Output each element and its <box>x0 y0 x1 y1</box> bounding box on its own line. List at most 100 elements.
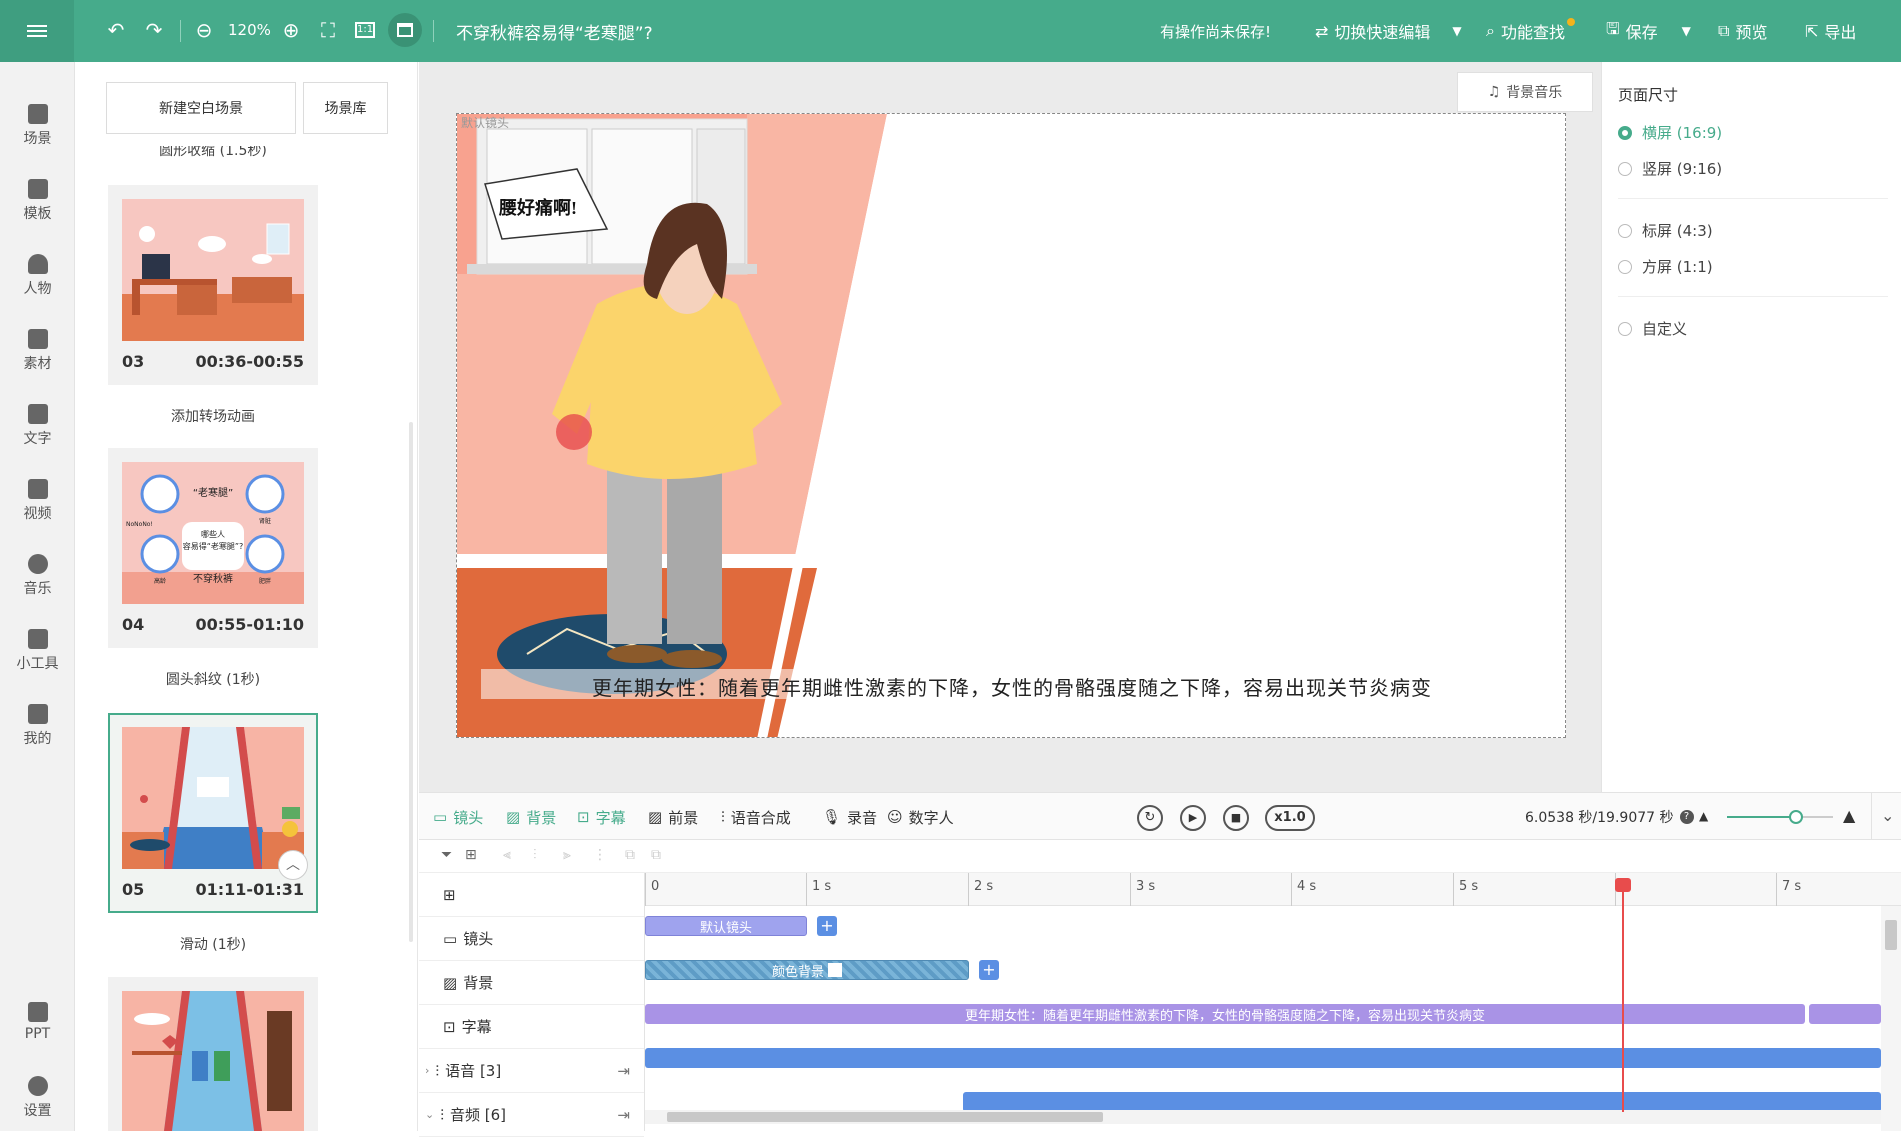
tab-camera[interactable]: ▭ 镜头 <box>433 793 483 841</box>
scrollbar-thumb[interactable] <box>667 1112 1103 1122</box>
redo-icon[interactable]: ↷ <box>140 16 168 44</box>
track-header-grid[interactable]: ⊞ <box>419 873 644 917</box>
transition-label[interactable]: 添加转场动画 <box>108 406 318 426</box>
chevron-down-icon[interactable]: ▼ <box>1452 24 1461 38</box>
vertical-scrollbar[interactable] <box>1881 906 1901 1131</box>
save-button[interactable]: 🖫 保存 ▼ <box>1606 0 1691 62</box>
zoom-out-icon[interactable]: ⊖ <box>190 16 218 44</box>
tab-foreground[interactable]: ▨ 前景 <box>648 793 698 841</box>
thumb-question-2: 容易得“老寒腿”? <box>183 541 244 551</box>
radio-portrait[interactable]: 竖屏 (9:16) <box>1618 158 1722 179</box>
vertical-scrollbar-thumb[interactable] <box>1885 920 1897 950</box>
undo-icon[interactable]: ↶ <box>102 16 130 44</box>
switch-edit-button[interactable]: ⇄ 切换快速编辑 ▼ <box>1315 0 1462 62</box>
transition-label[interactable]: 滑动 (1秒) <box>108 934 318 954</box>
chevron-down-icon[interactable]: ⌄ <box>425 1108 434 1121</box>
playhead[interactable] <box>1615 878 1631 1112</box>
nav-ppt[interactable]: PPT <box>0 990 75 1060</box>
tab-record[interactable]: 🎙 录音 <box>822 793 877 841</box>
background-music-button[interactable]: ♫ 背景音乐 <box>1457 72 1593 112</box>
zoom-large-icon[interactable]: ▲ <box>1843 806 1855 825</box>
timeline-ruler[interactable]: 0 1 s 2 s 3 s 4 s 5 s s 7 s <box>645 873 1901 906</box>
microphone-icon: 🎙 <box>822 808 842 826</box>
scene-panel-scrollbar[interactable] <box>409 422 413 942</box>
voice-track-clip[interactable] <box>645 1048 1881 1068</box>
grid-icon[interactable] <box>388 13 422 47</box>
chevron-down-icon[interactable]: ▼ <box>1682 24 1691 38</box>
project-title[interactable]: 不穿秋裤容易得“老寒腿”? <box>456 19 653 44</box>
tab-tts[interactable]: ⫶ 语音合成 <box>721 793 791 841</box>
add-background-button[interactable]: + <box>979 960 999 980</box>
replay-icon[interactable]: ↻ <box>1137 805 1163 831</box>
new-blank-scene-button[interactable]: 新建空白场景 <box>106 82 296 134</box>
preview-button[interactable]: ⧉ 预览 <box>1718 0 1767 62</box>
horizontal-scrollbar[interactable] <box>645 1110 1881 1124</box>
zoom-in-icon[interactable]: ⊕ <box>277 16 305 44</box>
nav-music[interactable]: 音乐 <box>0 542 75 612</box>
radio-custom[interactable]: 自定义 <box>1618 318 1687 339</box>
help-icon[interactable]: ? <box>1679 810 1694 824</box>
scene-canvas[interactable]: 腰好痛啊! 默认镜头 更年期女性：随着更年期雌性激素的下降，女性的骨骼强度随之下… <box>456 113 1566 738</box>
nav-label: 文字 <box>23 431 52 447</box>
tab-subtitle[interactable]: ⊡ 字幕 <box>577 793 626 841</box>
speed-button[interactable]: x1.0 <box>1265 805 1315 831</box>
timeline-zoom-slider[interactable] <box>1727 810 1833 824</box>
nav-video[interactable]: 视频 <box>0 467 75 537</box>
collapse-icon[interactable]: ⌄ <box>1881 806 1894 825</box>
actual-size-icon[interactable]: 1:1 <box>351 16 379 44</box>
background-track-clip[interactable]: 颜色背景 <box>645 960 969 980</box>
play-icon[interactable]: ▶ <box>1180 805 1206 831</box>
feature-search-button[interactable]: ⌕ 功能查找 <box>1486 0 1575 62</box>
track-header-background[interactable]: ▨ 背景 <box>419 961 644 1005</box>
menu-button[interactable] <box>0 0 74 62</box>
track-header-audio[interactable]: ⌄ ⫶ 音频 [6] ⇥ <box>419 1093 644 1137</box>
audio-track-clip[interactable] <box>963 1092 1881 1112</box>
export-button[interactable]: ⇱ 导出 <box>1805 0 1856 62</box>
nav-toolbox[interactable]: 小工具 <box>0 617 75 687</box>
scene-library-button[interactable]: 场景库 <box>303 82 388 134</box>
nav-person[interactable]: 人物 <box>0 242 75 312</box>
scene-card[interactable]: 03 00:36-00:55 <box>108 185 318 385</box>
scroll-top-icon[interactable]: ︿ <box>278 850 308 880</box>
nav-text[interactable]: 文字 <box>0 392 75 462</box>
track-header-camera[interactable]: ▭ 镜头 <box>419 917 644 961</box>
track-header-subtitle[interactable]: ⊡ 字幕 <box>419 1005 644 1049</box>
import-icon[interactable]: ⇥ <box>617 1062 630 1080</box>
scene-number: 04 <box>122 615 145 634</box>
nav-template[interactable]: 模板 <box>0 167 75 237</box>
subtitle-track-clip-2[interactable] <box>1809 1004 1881 1024</box>
nav-settings[interactable]: 设置 <box>0 1064 75 1134</box>
scene-card[interactable] <box>108 977 318 1131</box>
background-music-label: 背景音乐 <box>1506 85 1563 101</box>
scene-card-selected[interactable]: 05 01:11-01:31 <box>108 713 318 913</box>
transition-label[interactable]: 圆头斜纹 (1秒) <box>108 669 318 689</box>
import-icon[interactable]: ⇥ <box>617 1106 630 1124</box>
radio-standard[interactable]: 标屏 (4:3) <box>1618 220 1713 241</box>
filter-icon[interactable]: ⏷ <box>441 847 452 863</box>
hamburger-icon <box>27 22 47 40</box>
playhead-handle[interactable] <box>1615 878 1631 892</box>
radio-square[interactable]: 方屏 (1:1) <box>1618 256 1713 277</box>
tab-background[interactable]: ▨ 背景 <box>506 793 556 841</box>
group-icon[interactable]: ⊞ <box>465 847 477 863</box>
scene-card[interactable]: “老寒腿” 哪些人 容易得“老寒腿”? 不穿秋裤 NoNoNo! 肾脏 高龄 肥… <box>108 448 318 648</box>
tab-digital-human[interactable]: ☺ 数字人 <box>887 793 954 841</box>
transition-label[interactable]: 圆形收缩 (1.5秒) <box>108 146 318 162</box>
fullscreen-icon[interactable]: ⛶ <box>314 16 342 44</box>
nav-asset[interactable]: 素材 <box>0 317 75 387</box>
nav-scene[interactable]: 场景 <box>0 92 75 162</box>
camera-track-clip[interactable]: 默认镜头 <box>645 916 807 936</box>
zoom-small-icon[interactable]: ▲ <box>1699 809 1708 823</box>
speech-bubble-text: 腰好痛啊! <box>498 197 577 218</box>
canvas-subtitle[interactable]: 更年期女性：随着更年期雌性激素的下降，女性的骨骼强度随之下降，容易出现关节炎病变 <box>457 672 1565 701</box>
subtitle-track-clip[interactable]: 更年期女性：随着更年期雌性激素的下降，女性的骨骼强度随之下降，容易出现关节炎病变 <box>645 1004 1805 1024</box>
chevron-right-icon[interactable]: › <box>425 1064 429 1077</box>
slider-handle[interactable] <box>1789 810 1803 824</box>
add-camera-button[interactable]: + <box>817 916 837 936</box>
nav-mine[interactable]: 我的 <box>0 692 75 762</box>
template-icon <box>27 179 48 199</box>
track-header-voice[interactable]: › ⫶ 语音 [3] ⇥ <box>419 1049 644 1093</box>
track-header-label: 字幕 <box>461 1018 492 1036</box>
stop-icon[interactable]: ■ <box>1223 805 1249 831</box>
radio-landscape[interactable]: 横屏 (16:9) <box>1618 122 1722 143</box>
